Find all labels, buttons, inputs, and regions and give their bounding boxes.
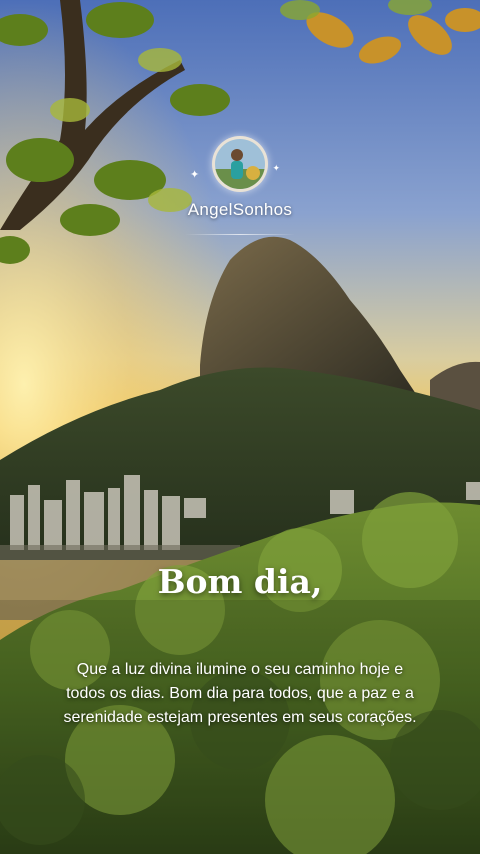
story-screen: ✦ ✦ AngelSonhos Bom dia, Que a luz divin…	[0, 0, 480, 854]
message-text: Que a luz divina ilumine o seu caminho h…	[63, 661, 417, 726]
username-divider	[185, 234, 295, 235]
sparkle-right-icon: ✦	[272, 163, 280, 173]
user-avatar-icon[interactable]	[215, 139, 265, 189]
greeting-title: Bom dia,	[157, 562, 323, 601]
avatar-ring[interactable]: ✦ ✦	[190, 136, 280, 192]
profile-header[interactable]: ✦ ✦ AngelSonhos	[0, 136, 480, 235]
sparkle-left-icon: ✦	[190, 169, 200, 181]
username[interactable]: AngelSonhos	[0, 200, 480, 220]
